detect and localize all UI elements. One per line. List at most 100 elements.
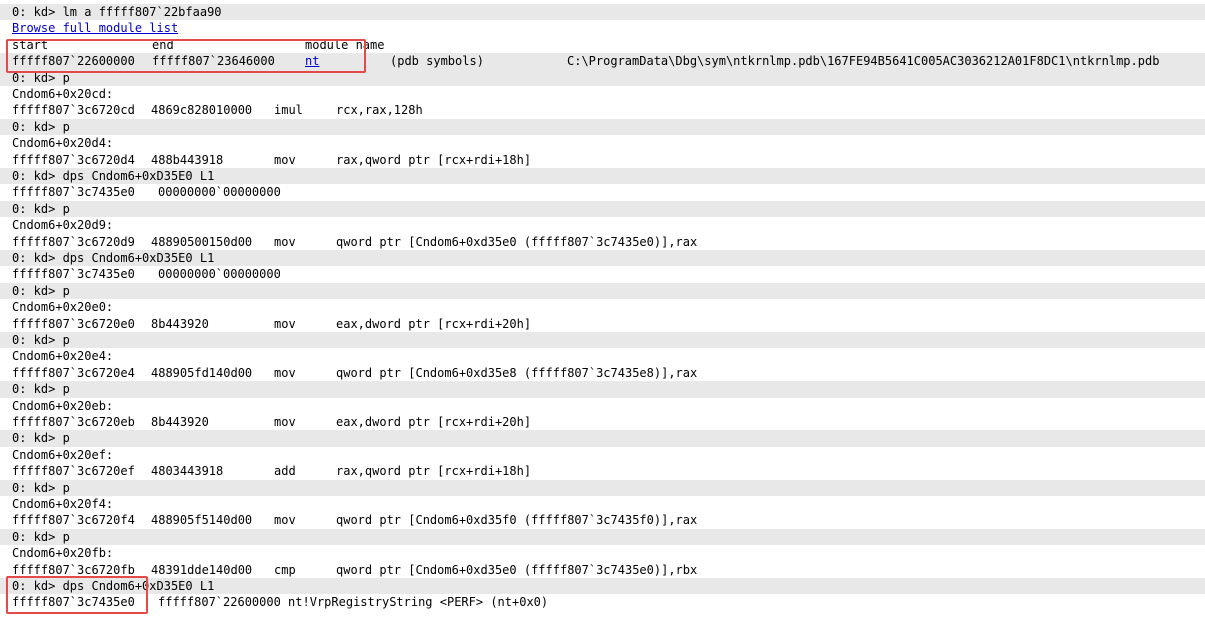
memory-dump-line: fffff807`3c7435e0 00000000`00000000: [0, 266, 1205, 282]
instruction-operands: rcx,rax,128h: [336, 103, 423, 118]
lm-header-end: end: [152, 37, 174, 52]
command-line: 0: kd> dps Cndom6+0xD35E0 L1: [0, 168, 1205, 185]
instruction-bytes: 8b443920: [151, 415, 209, 429]
symbol-label-line: Cndom6+0x20ef:: [0, 447, 1205, 463]
instruction-mnemonic: mov: [274, 316, 296, 331]
memory-address: fffff807`3c7435e0: [12, 595, 135, 610]
instruction-operands: rax,qword ptr [rcx+rdi+18h]: [336, 464, 532, 479]
disassembly-line: fffff807`3c6720e0 8b443920 mov eax,dword pt…: [0, 316, 1205, 332]
command-text: 0: kd> p: [12, 382, 70, 397]
command-line: 0: kd> p: [0, 118, 1205, 136]
memory-value: 00000000`00000000: [158, 267, 281, 282]
instruction-operands: qword ptr [Cndom6+0xd35f0 (fffff807`3c74…: [336, 513, 698, 528]
command-line: 0: kd> p: [0, 200, 1205, 218]
command-text: 0: kd> dps Cndom6+0xD35E0 L1: [12, 169, 215, 183]
symbol-label-line: Cndom6+0x20eb:: [0, 398, 1205, 414]
module-start-address: fffff807`22600000: [12, 54, 135, 69]
instruction-address: fffff807`3c6720f4: [12, 513, 135, 528]
symbol-label: Cndom6+0x20eb:: [12, 398, 114, 413]
command-line: 0: kd> dps Cndom6+0xD35E0 L1: [0, 250, 1205, 267]
disassembly-line: fffff807`3c6720f4 488905f5140d00 mov qword …: [0, 512, 1205, 528]
symbol-label: Cndom6+0x20fb:: [12, 546, 114, 561]
disassembly-line: fffff807`3c6720cd 4869c828010000 imul rcx,r…: [0, 102, 1205, 118]
instruction-bytes: 488b443918: [151, 152, 224, 167]
instruction-mnemonic: add: [274, 464, 296, 479]
instruction-mnemonic: mov: [274, 365, 296, 380]
memory-value: 00000000`00000000: [158, 185, 281, 200]
lm-module-row: fffff807`22600000 fffff807`23646000 nt (…: [0, 53, 1205, 70]
debugger-command-output: 0: kd> lm a fffff807`22bfaa90 Browse ful…: [0, 0, 1205, 619]
instruction-address: fffff807`3c6720e0: [12, 316, 135, 331]
memory-dump-line: fffff807`3c7435e0 fffff807`22600000 nt!Vr…: [0, 594, 1205, 610]
symbol-path: C:\ProgramData\Dbg\sym\ntkrnlmp.pdb\167F…: [567, 54, 1160, 69]
symbol-label-line: Cndom6+0x20e0:: [0, 299, 1205, 315]
instruction-bytes: 4803443918: [151, 464, 224, 479]
instruction-bytes: 488905f5140d00: [151, 513, 253, 528]
instruction-operands: qword ptr [Cndom6+0xd35e8 (fffff807`3c74…: [336, 365, 698, 380]
instruction-operands: qword ptr [Cndom6+0xd35e0 (fffff807`3c74…: [336, 562, 698, 577]
instruction-bytes: 48391dde140d00: [151, 562, 253, 577]
instruction-mnemonic: mov: [274, 152, 296, 167]
command-text: 0: kd> p: [12, 529, 70, 544]
module-end-address: fffff807`23646000: [152, 54, 275, 69]
command-line: 0: kd> p: [0, 332, 1205, 349]
instruction-operands: rax,qword ptr [rcx+rdi+18h]: [336, 152, 532, 167]
symbol-label-line: Cndom6+0x20f4:: [0, 496, 1205, 512]
memory-address: fffff807`3c7435e0: [12, 267, 135, 282]
symbol-label: Cndom6+0x20d9:: [12, 218, 114, 233]
command-line: 0: kd> p: [0, 479, 1205, 496]
symbol-label-line: Cndom6+0x20fb:: [0, 545, 1205, 561]
disassembly-line: fffff807`3c6720e4 488905fd140d00 mov qword …: [0, 365, 1205, 381]
instruction-mnemonic: mov: [274, 234, 296, 249]
browse-row: Browse full module list: [0, 20, 1205, 36]
disassembly-line: fffff807`3c6720ef 4803443918 add rax,qword …: [0, 463, 1205, 479]
instruction-address: fffff807`3c6720fb: [12, 562, 135, 577]
symbol-label-line: Cndom6+0x20d4:: [0, 135, 1205, 151]
instruction-mnemonic: cmp: [274, 562, 296, 577]
command-text: 0: kd> lm a fffff807`22bfaa90: [12, 5, 222, 19]
instruction-mnemonic: mov: [274, 415, 296, 429]
disassembly-line: fffff807`3c6720fb 48391dde140d00 cmp qword …: [0, 562, 1205, 578]
instruction-operands: eax,dword ptr [rcx+rdi+20h]: [336, 316, 532, 331]
instruction-bytes: 4869c828010000: [151, 103, 253, 118]
instruction-bytes: 488905fd140d00: [151, 365, 253, 380]
symbol-label: Cndom6+0x20e0:: [12, 300, 114, 315]
instruction-address: fffff807`3c6720cd: [12, 103, 135, 118]
instruction-address: fffff807`3c6720eb: [12, 415, 135, 429]
command-text: 0: kd> p: [12, 201, 70, 216]
lm-header-start: start: [12, 37, 49, 52]
lm-header-row: start end module name: [0, 37, 1205, 53]
command-line: 0: kd> p: [0, 430, 1205, 447]
command-text: 0: kd> p: [12, 333, 70, 347]
instruction-address: fffff807`3c6720d9: [12, 234, 135, 249]
command-text: 0: kd> p: [12, 119, 70, 134]
symbol-label: Cndom6+0x20ef:: [12, 447, 114, 462]
instruction-operands: qword ptr [Cndom6+0xd35e0 (fffff807`3c74…: [336, 234, 698, 249]
command-text: 0: kd> p: [12, 283, 70, 298]
instruction-bytes: 8b443920: [151, 316, 209, 331]
symbol-status: (pdb symbols): [390, 54, 484, 69]
browse-full-module-list-link[interactable]: Browse full module list: [12, 20, 178, 36]
instruction-address: fffff807`3c6720e4: [12, 365, 135, 380]
instruction-mnemonic: mov: [274, 513, 296, 528]
memory-address: fffff807`3c7435e0: [12, 185, 135, 200]
command-line: 0: kd> lm a fffff807`22bfaa90: [0, 4, 1205, 21]
command-line: 0: kd> p: [0, 381, 1205, 398]
command-text: 0: kd> p: [12, 431, 70, 446]
module-nt-link[interactable]: nt: [305, 53, 319, 69]
lm-header-module: module name: [305, 37, 385, 52]
disassembly-line: fffff807`3c6720d4 488b443918 mov rax,qword …: [0, 152, 1205, 168]
symbol-label-line: Cndom6+0x20e4:: [0, 348, 1205, 364]
command-line: 0: kd> p: [0, 69, 1205, 86]
symbol-label: Cndom6+0x20f4:: [12, 497, 114, 511]
command-text: 0: kd> dps Cndom6+0xD35E0 L1: [12, 579, 215, 593]
symbol-label: Cndom6+0x20d4:: [12, 136, 114, 151]
instruction-mnemonic: imul: [274, 103, 303, 118]
memory-value: fffff807`22600000 nt!VrpRegistryString <…: [158, 595, 549, 610]
instruction-address: fffff807`3c6720d4: [12, 152, 135, 167]
instruction-operands: eax,dword ptr [rcx+rdi+20h]: [336, 415, 532, 429]
disassembly-line: fffff807`3c6720d9 48890500150d00 mov qword …: [0, 234, 1205, 250]
symbol-label: Cndom6+0x20cd:: [12, 87, 114, 101]
memory-dump-line: fffff807`3c7435e0 00000000`00000000: [0, 184, 1205, 200]
symbol-label-line: Cndom6+0x20d9:: [0, 217, 1205, 233]
